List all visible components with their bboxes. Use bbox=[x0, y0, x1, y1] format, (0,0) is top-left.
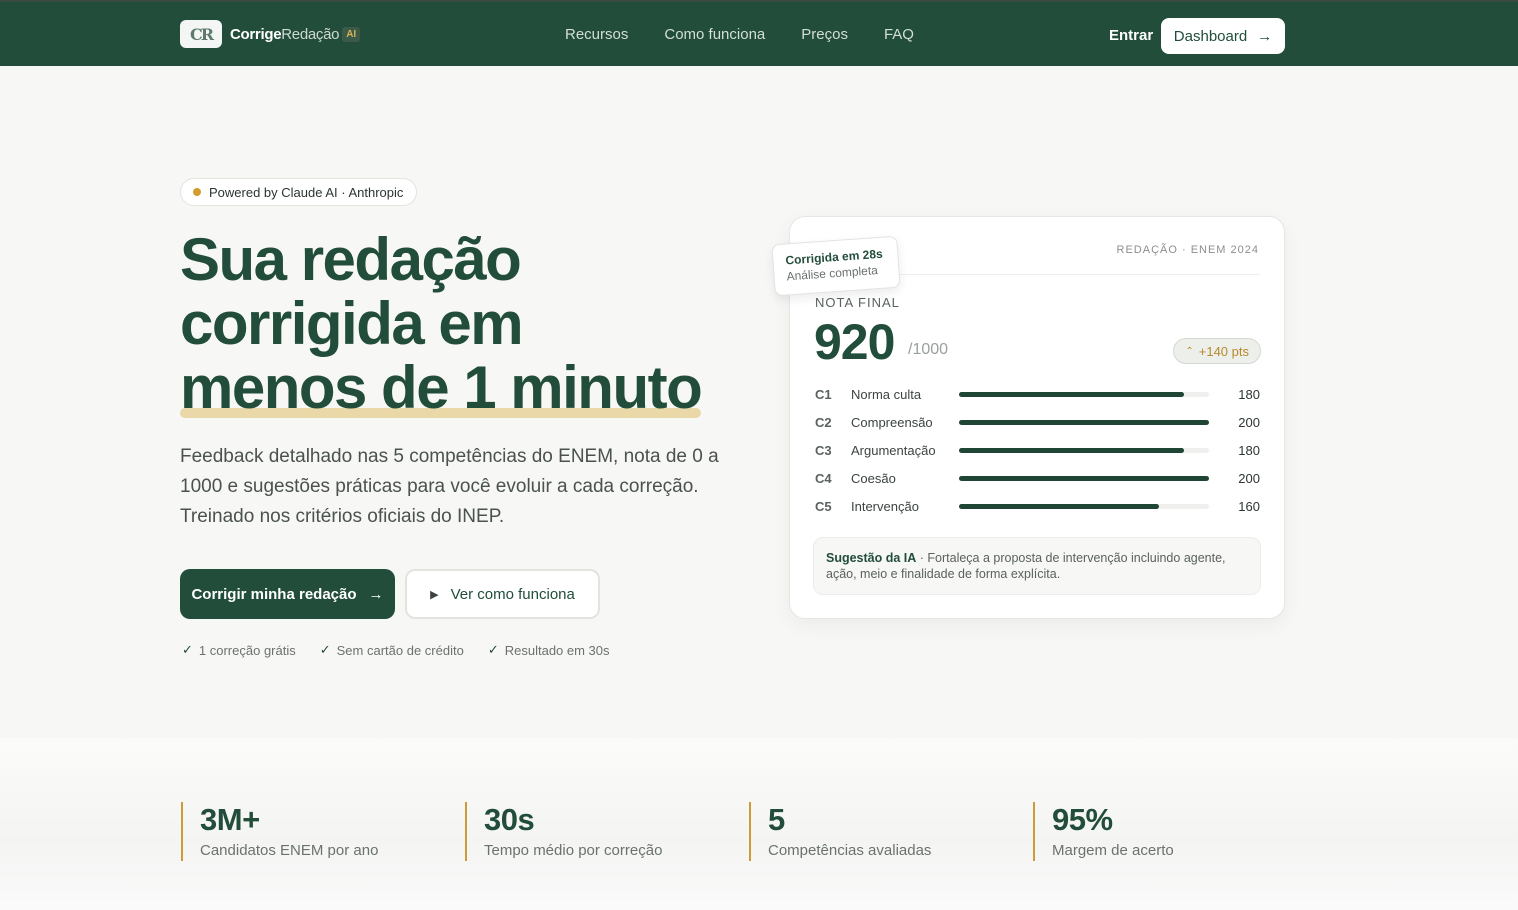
score-label: NOTA FINAL bbox=[815, 295, 900, 310]
top-navbar: CR CorrigeRedação AI Recursos Como funci… bbox=[0, 0, 1518, 66]
brand-badge: AI bbox=[342, 26, 361, 42]
competency-bar-fill bbox=[959, 475, 1209, 481]
competency-bar bbox=[959, 419, 1209, 425]
competency-score: 200 bbox=[1238, 414, 1260, 430]
stat-value: 5 bbox=[768, 802, 785, 837]
arrow-right-icon: → bbox=[368, 585, 384, 603]
competency-name: Compreensão bbox=[851, 414, 933, 430]
login-link[interactable]: Entrar bbox=[1109, 27, 1153, 44]
competency-code: C2 bbox=[815, 414, 832, 430]
brand-name: CorrigeRedação bbox=[230, 25, 340, 43]
score-max: /1000 bbox=[908, 341, 949, 358]
corrigir-redacao-label: Corrigir minha redação bbox=[191, 585, 357, 603]
competency-code: C4 bbox=[815, 470, 832, 486]
hero-headline: Sua redação corrigida em menos de 1 minu… bbox=[180, 226, 703, 421]
stat-value: 3M+ bbox=[200, 802, 260, 837]
competency-name: Intervenção bbox=[851, 498, 919, 514]
benefit-item: ✓ Resultado em 30s bbox=[487, 642, 610, 658]
competency-score: 180 bbox=[1238, 386, 1260, 402]
competency-bar bbox=[959, 475, 1209, 481]
competency-name: Argumentação bbox=[851, 442, 936, 458]
stat-value: 30s bbox=[484, 802, 535, 837]
competency-name: Coesão bbox=[851, 470, 896, 486]
nav-link-faq[interactable]: FAQ bbox=[884, 26, 914, 43]
ver-como-funciona-button[interactable]: ▶ Ver como funciona bbox=[405, 569, 600, 619]
stat-label: Tempo médio por correção bbox=[484, 842, 663, 859]
chevron-up-icon: ⌃ bbox=[1185, 345, 1194, 357]
nav-link-precos[interactable]: Preços bbox=[801, 26, 848, 43]
competency-score: 180 bbox=[1238, 442, 1260, 458]
ver-como-funciona-label: Ver como funciona bbox=[450, 585, 575, 603]
score-delta-badge: ⌃ +140 pts bbox=[1173, 338, 1261, 364]
competency-score: 200 bbox=[1238, 470, 1260, 486]
stat-label: Margem de acerto bbox=[1052, 842, 1174, 859]
benefit-item: ✓ Sem cartão de crédito bbox=[319, 642, 464, 658]
powered-by-badge: Powered by Claude AI · Anthropic bbox=[180, 178, 418, 206]
stat-item: 95% Margem de acerto bbox=[1033, 802, 1174, 861]
logo-mark-icon: CR bbox=[180, 20, 222, 48]
nav-link-recursos[interactable]: Recursos bbox=[565, 26, 628, 43]
competency-code: C3 bbox=[815, 442, 832, 458]
play-icon: ▶ bbox=[430, 588, 439, 601]
competency-bar bbox=[959, 447, 1209, 453]
competency-code: C5 bbox=[815, 498, 832, 514]
stats-section: 3M+ Candidatos ENEM por ano 30s Tempo mé… bbox=[0, 738, 1518, 910]
final-score: 920 bbox=[814, 314, 895, 370]
nav-link-como-funciona[interactable]: Como funciona bbox=[664, 26, 765, 43]
hero-lead-text: Feedback detalhado nas 5 competências do… bbox=[180, 446, 719, 527]
stat-value: 95% bbox=[1052, 802, 1113, 837]
competency-score: 160 bbox=[1238, 498, 1260, 514]
competency-bar-fill bbox=[959, 391, 1184, 397]
headline-line-3-highlight: menos de 1 minuto bbox=[180, 354, 703, 421]
headline-line-2: corrigida em bbox=[180, 290, 524, 357]
check-icon: ✓ bbox=[182, 642, 193, 657]
dashboard-button[interactable]: Dashboard → bbox=[1161, 18, 1285, 54]
ai-suggestion-label: Sugestão da IA bbox=[826, 551, 917, 565]
competency-row: C2 Compreensão 200 bbox=[815, 412, 1260, 432]
competency-code: C1 bbox=[815, 386, 832, 402]
competency-row: C3 Argumentação 180 bbox=[815, 440, 1260, 460]
status-dot-icon bbox=[193, 188, 201, 196]
competency-row: C1 Norma culta 180 bbox=[815, 384, 1260, 404]
corrigir-redacao-button[interactable]: Corrigir minha redação → bbox=[180, 569, 395, 619]
stat-item: 30s Tempo médio por correção bbox=[465, 802, 662, 861]
competency-bar-fill bbox=[959, 503, 1159, 509]
powered-by-text: Powered by Claude AI · Anthropic bbox=[209, 184, 404, 200]
competency-row: C4 Coesão 200 bbox=[815, 468, 1260, 488]
check-icon: ✓ bbox=[487, 642, 499, 657]
corrected-time-sticker: Corrigida em 28s Análise completa bbox=[771, 235, 901, 297]
stat-label: Competências avaliadas bbox=[768, 842, 932, 859]
competency-bar bbox=[959, 503, 1209, 509]
stat-item: 5 Competências avaliadas bbox=[749, 802, 931, 861]
brand-logo[interactable]: CR CorrigeRedação AI bbox=[180, 20, 361, 48]
arrow-right-icon: → bbox=[1257, 27, 1273, 45]
headline-line-1: Sua redação bbox=[180, 226, 522, 293]
stat-label: Candidatos ENEM por ano bbox=[200, 842, 379, 859]
check-icon: ✓ bbox=[319, 642, 331, 657]
competency-name: Norma culta bbox=[851, 386, 922, 402]
competency-bar bbox=[959, 391, 1209, 397]
competency-bar-fill bbox=[959, 447, 1184, 453]
benefits-list: ✓ 1 correção grátis ✓ Sem cartão de crédit… bbox=[182, 642, 610, 658]
score-delta-value: +140 pts bbox=[1198, 343, 1249, 359]
stat-item: 3M+ Candidatos ENEM por ano bbox=[181, 802, 378, 861]
card-tag: REDAÇÃO · ENEM 2024 bbox=[1116, 244, 1259, 256]
main-nav: Recursos Como funciona Preços FAQ bbox=[565, 26, 914, 43]
competency-row: C5 Intervenção 160 bbox=[815, 496, 1260, 516]
competency-bar-fill bbox=[959, 419, 1209, 425]
dashboard-button-label: Dashboard bbox=[1173, 27, 1248, 45]
ai-suggestion: Sugestão da IA · Fortaleça a proposta de… bbox=[813, 537, 1261, 595]
benefit-item: ✓ 1 correção grátis bbox=[182, 642, 296, 658]
